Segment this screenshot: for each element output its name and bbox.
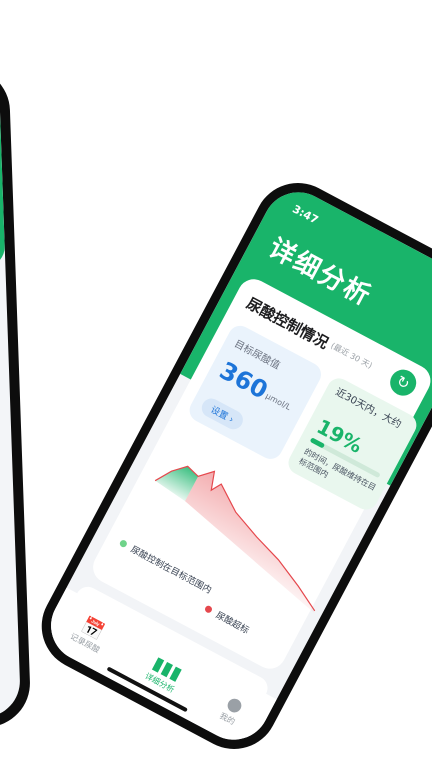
legend-over: 尿酸超标 — [202, 602, 251, 636]
set-target-button[interactable]: 设置 › — [198, 395, 247, 433]
tab-mine[interactable]: ● 我的 — [218, 691, 247, 727]
background-phone-header — [0, 76, 6, 274]
green-dot-icon — [118, 538, 129, 549]
phone-frame: 3:47 ᯤ ▮ 详细分析 尿酸控制情况 (最近 30 天) ↻ 目标尿酸值 3… — [26, 167, 432, 765]
background-phone — [0, 66, 32, 734]
target-unit: μmol/L — [264, 391, 293, 413]
refresh-icon[interactable]: ↻ — [385, 365, 421, 401]
card-subtitle: (最近 30 天) — [329, 341, 374, 371]
background-phone-screen — [0, 76, 22, 724]
status-time: 3:47 — [290, 202, 321, 227]
phone-screen: 3:47 ᯤ ▮ 详细分析 尿酸控制情况 (最近 30 天) ↻ 目标尿酸值 3… — [38, 179, 432, 753]
red-dot-icon — [203, 604, 214, 615]
phone-mockup: 3:47 ᯤ ▮ 详细分析 尿酸控制情况 (最近 30 天) ↻ 目标尿酸值 3… — [26, 167, 432, 765]
tab-record[interactable]: 📅 记录尿酸 — [68, 613, 111, 655]
legend-over-label: 尿酸超标 — [213, 610, 251, 637]
